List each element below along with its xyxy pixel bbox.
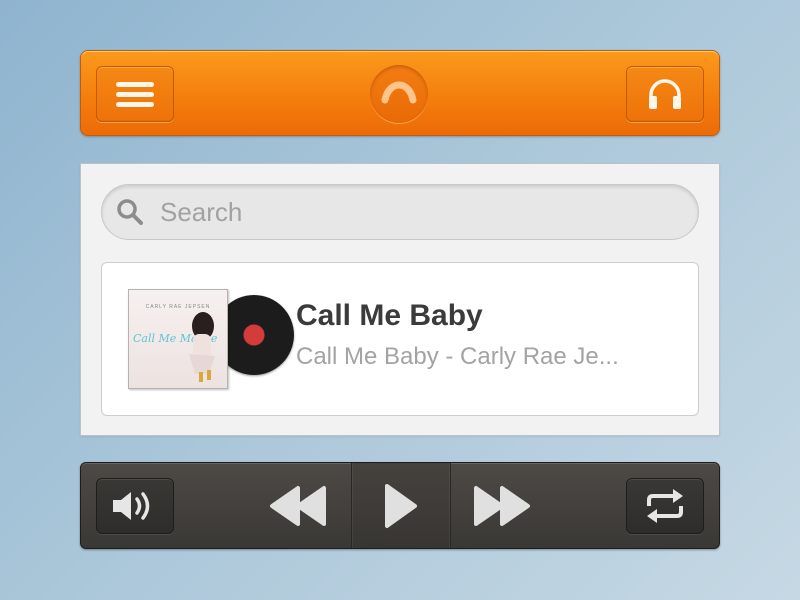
headphones-button[interactable] (626, 66, 704, 122)
track-subtitle: Call Me Baby - Carly Rae Je... (296, 343, 619, 370)
app-logo-icon (381, 81, 417, 104)
rewind-button[interactable] (246, 463, 350, 548)
menu-button[interactable] (96, 66, 174, 122)
app-header (80, 50, 720, 136)
search-input[interactable] (158, 195, 662, 229)
track-item[interactable]: CARLY RAE JEPSEN Call Me Maybe Call Me B… (101, 262, 699, 416)
headphones-icon (649, 79, 681, 109)
cover-figure (189, 312, 215, 382)
volume-button[interactable] (96, 478, 174, 534)
track-title: Call Me Baby (296, 299, 483, 332)
rewind-icon (270, 485, 326, 526)
content-panel: CARLY RAE JEPSEN Call Me Maybe Call Me B… (80, 163, 720, 436)
fast-forward-icon (474, 485, 530, 526)
hamburger-menu-icon (116, 82, 154, 107)
play-button[interactable] (351, 463, 451, 548)
search-icon (116, 198, 144, 226)
fast-forward-button[interactable] (450, 463, 554, 548)
app-logo[interactable] (370, 65, 428, 123)
search-bar[interactable] (101, 184, 699, 240)
repeat-icon (647, 489, 683, 523)
player-controls (80, 462, 720, 549)
volume-icon (113, 492, 150, 520)
repeat-button[interactable] (626, 478, 704, 534)
play-icon (385, 483, 417, 528)
album-cover: CARLY RAE JEPSEN Call Me Maybe (128, 289, 228, 389)
